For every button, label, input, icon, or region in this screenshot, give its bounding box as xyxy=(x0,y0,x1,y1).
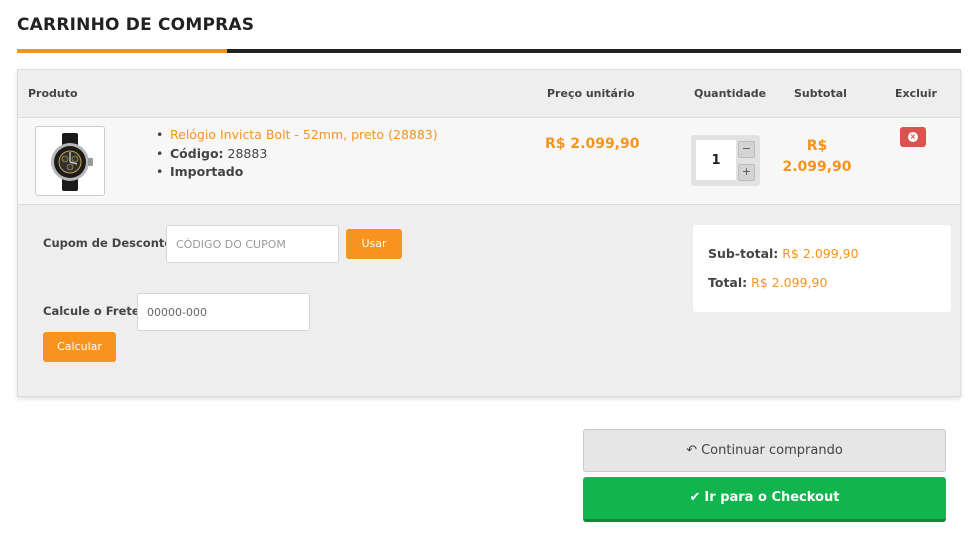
continue-shopping-button[interactable]: ↶ Continuar comprando xyxy=(583,429,946,472)
times-circle-icon: × xyxy=(908,132,918,142)
coupon-label: Cupom de Desconto: xyxy=(43,236,177,250)
quantity-decrease-button[interactable]: − xyxy=(738,141,755,158)
calculate-shipping-button[interactable]: Calcular xyxy=(43,332,116,362)
header-excluir: Excluir xyxy=(895,87,937,100)
header-preco-unitario: Preço unitário xyxy=(547,87,635,100)
cart-panel: Produto Preço unitário Quantidade Subtot… xyxy=(17,69,961,397)
product-name-item[interactable]: Relógio Invicta Bolt - 52mm, preto (2888… xyxy=(156,126,438,145)
header-quantidade: Quantidade xyxy=(694,87,767,100)
coupon-input[interactable] xyxy=(166,225,339,263)
header-produto: Produto xyxy=(28,87,78,100)
order-summary: Sub-total: R$ 2.099,90 Total: R$ 2.099,9… xyxy=(693,225,951,312)
summary-total-value: R$ 2.099,90 xyxy=(751,275,828,290)
watch-image xyxy=(51,133,93,191)
product-code-value: 28883 xyxy=(227,145,268,161)
title-underline-accent xyxy=(17,49,227,53)
reply-icon: ↶ xyxy=(686,443,698,458)
table-row: Relógio Invicta Bolt - 52mm, preto (2888… xyxy=(18,118,960,205)
summary-total-label: Total: xyxy=(708,275,748,290)
apply-coupon-button[interactable]: Usar xyxy=(346,229,402,259)
row-subtotal-currency: R$ xyxy=(806,138,828,154)
delete-item-button[interactable]: × xyxy=(900,127,926,147)
page-title: CARRINHO DE COMPRAS xyxy=(17,15,255,35)
summary-subtotal-value: R$ 2.099,90 xyxy=(782,246,859,261)
product-thumbnail[interactable] xyxy=(35,126,105,196)
quantity-input[interactable] xyxy=(696,140,736,180)
quantity-stepper: − + xyxy=(691,135,760,186)
row-subtotal-value: 2.099,90 xyxy=(782,159,852,175)
product-name-link[interactable]: Relógio Invicta Bolt - 52mm, preto (2888… xyxy=(170,127,438,142)
summary-total: Total: R$ 2.099,90 xyxy=(708,275,827,290)
checkout-button[interactable]: ✔ Ir para o Checkout xyxy=(583,477,946,522)
product-details: Relógio Invicta Bolt - 52mm, preto (2888… xyxy=(156,126,438,182)
continue-shopping-label: Continuar comprando xyxy=(701,443,843,458)
summary-subtotal-label: Sub-total: xyxy=(708,246,779,261)
checkout-label: Ir para o Checkout xyxy=(704,490,840,505)
product-code-label: Código: xyxy=(170,145,224,161)
title-underline xyxy=(17,49,961,53)
quantity-increase-button[interactable]: + xyxy=(738,164,755,181)
header-subtotal: Subtotal xyxy=(794,87,847,100)
summary-subtotal: Sub-total: R$ 2.099,90 xyxy=(708,246,859,261)
zipcode-input[interactable] xyxy=(137,293,310,331)
shipping-label: Calcule o Frete: xyxy=(43,304,145,318)
row-subtotal: R$ 2.099,90 xyxy=(776,136,858,178)
product-code-item: Código: 28883 xyxy=(156,145,438,164)
cart-table-header: Produto Preço unitário Quantidade Subtot… xyxy=(18,70,960,118)
product-origin-item: Importado xyxy=(156,163,438,182)
check-icon: ✔ xyxy=(689,490,701,505)
product-origin: Importado xyxy=(170,164,244,179)
unit-price: R$ 2.099,90 xyxy=(545,136,640,152)
